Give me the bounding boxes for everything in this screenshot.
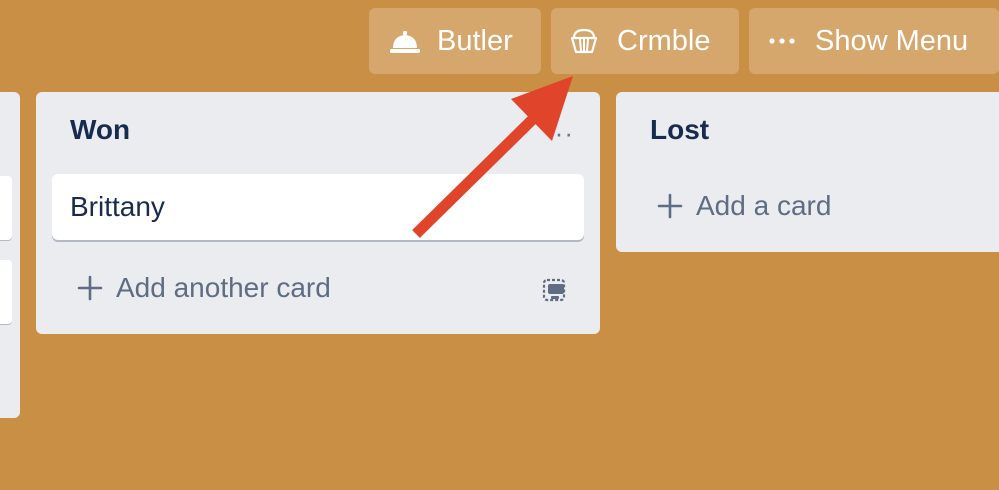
- add-a-card-label: Add a card: [696, 190, 832, 221]
- show-menu-label: Show Menu: [815, 24, 969, 57]
- plus-icon: [656, 192, 684, 220]
- butler-button[interactable]: Butler: [369, 8, 541, 74]
- plus-icon: [76, 274, 104, 302]
- partial-card[interactable]: [0, 260, 12, 324]
- card-template-icon[interactable]: [540, 276, 568, 304]
- bell-icon: [389, 26, 421, 56]
- list-lost: Lost Add a card: [616, 92, 999, 252]
- list-menu-button[interactable]: ··: [555, 120, 574, 146]
- card-brittany[interactable]: Brittany: [52, 174, 584, 240]
- muffin-icon: [569, 27, 599, 55]
- partial-card[interactable]: [0, 176, 12, 240]
- card-title: Brittany: [70, 191, 165, 222]
- show-menu-button[interactable]: Show Menu: [749, 8, 999, 74]
- add-a-card-button[interactable]: Add a card: [656, 190, 831, 222]
- list-won: Won ·· Brittany Add another card: [36, 92, 600, 334]
- list-title-won[interactable]: Won: [70, 114, 130, 146]
- crmble-label: Crmble: [617, 24, 711, 57]
- butler-label: Butler: [437, 24, 513, 57]
- crmble-button[interactable]: Crmble: [551, 8, 739, 74]
- list-partial: [0, 92, 20, 418]
- add-another-card-label: Add another card: [116, 272, 331, 303]
- ellipsis-icon: [767, 36, 797, 46]
- add-another-card-button[interactable]: Add another card: [76, 272, 331, 304]
- list-title-lost[interactable]: Lost: [650, 114, 709, 146]
